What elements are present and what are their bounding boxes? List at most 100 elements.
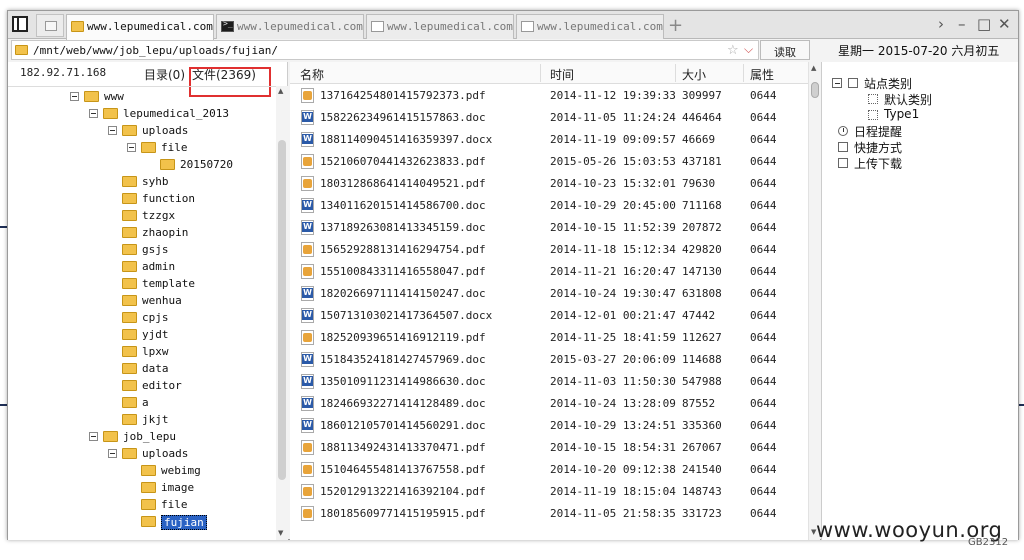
file-time: 2014-10-29 20:45:00 bbox=[550, 199, 676, 212]
scroll-down-icon[interactable]: ▼ bbox=[278, 529, 283, 537]
tab-document[interactable]: www.lepumedical.com bbox=[516, 14, 664, 39]
scroll-up-icon[interactable]: ▲ bbox=[278, 87, 283, 95]
file-attr: 0644 bbox=[750, 133, 777, 146]
file-row[interactable]: 151843524181427457969.doc 2015-03-27 20:0… bbox=[290, 349, 808, 371]
file-time: 2014-10-23 15:32:01 bbox=[550, 177, 676, 190]
folder-icon bbox=[122, 397, 137, 408]
folder-icon bbox=[122, 380, 137, 391]
file-row[interactable]: 137189263081413345159.doc 2014-10-15 11:5… bbox=[290, 217, 808, 239]
file-row[interactable]: 182026697111414150247.doc 2014-10-24 19:3… bbox=[290, 283, 808, 305]
tree-scrollbar[interactable]: ▲ ▼ bbox=[276, 86, 288, 540]
word-file-icon bbox=[301, 198, 314, 213]
file-name: 151843524181427457969.doc bbox=[320, 353, 486, 366]
file-row[interactable]: 137164254801415792373.pdf 2014-11-12 19:3… bbox=[290, 85, 808, 107]
read-button[interactable]: 读取 bbox=[760, 40, 810, 60]
file-row[interactable]: 182520939651416912119.pdf 2014-11-25 18:4… bbox=[290, 327, 808, 349]
pdf-file-icon bbox=[301, 264, 314, 279]
column-size[interactable]: 大小 bbox=[682, 66, 706, 83]
file-attr: 0644 bbox=[750, 397, 777, 410]
pdf-file-icon bbox=[301, 462, 314, 477]
file-row[interactable]: 180312868641414049521.pdf 2014-10-23 15:3… bbox=[290, 173, 808, 195]
folder-icon bbox=[122, 346, 137, 357]
collapse-icon[interactable] bbox=[108, 449, 117, 458]
file-row[interactable]: 182466932271414128489.doc 2014-10-24 13:2… bbox=[290, 393, 808, 415]
collapse-icon[interactable] bbox=[127, 143, 136, 152]
file-name: 150713103021417364507.docx bbox=[320, 309, 493, 322]
tab-document[interactable]: www.lepumedical.com bbox=[366, 14, 514, 39]
collapse-icon bbox=[848, 78, 858, 88]
file-size: 46669 bbox=[682, 133, 716, 146]
folder-icon bbox=[141, 465, 156, 476]
next-tab-icon[interactable]: › bbox=[938, 17, 944, 32]
maximize-icon[interactable]: □ bbox=[977, 17, 991, 32]
folder-icon bbox=[122, 278, 137, 289]
folder-icon bbox=[122, 125, 137, 136]
file-name: 180312868641414049521.pdf bbox=[320, 177, 486, 190]
collapse-icon[interactable] bbox=[108, 126, 117, 135]
file-row[interactable]: 150713103021417364507.docx 2014-12-01 00:… bbox=[290, 305, 808, 327]
file-row[interactable]: 188114090451416359397.docx 2014-11-19 09:… bbox=[290, 129, 808, 151]
column-name[interactable]: 名称 bbox=[300, 66, 324, 83]
minimize-icon[interactable]: – bbox=[958, 17, 966, 32]
collapse-icon[interactable] bbox=[89, 432, 98, 441]
add-tab-button[interactable]: + bbox=[668, 15, 683, 36]
side-panel-label: 站点类别 bbox=[864, 77, 913, 91]
tab-directories[interactable]: 目录(0) bbox=[144, 66, 185, 83]
folder-icon bbox=[141, 482, 156, 493]
blank-page-icon bbox=[45, 21, 57, 31]
scroll-up-icon[interactable]: ▲ bbox=[811, 64, 816, 72]
file-time: 2014-11-19 18:15:04 bbox=[550, 485, 676, 498]
file-row[interactable]: 186012105701414560291.doc 2014-10-29 13:2… bbox=[290, 415, 808, 437]
file-row[interactable]: 135010911231414986630.doc 2014-11-03 11:5… bbox=[290, 371, 808, 393]
file-row[interactable]: 134011620151414586700.doc 2014-10-29 20:4… bbox=[290, 195, 808, 217]
scroll-thumb[interactable] bbox=[278, 140, 286, 480]
file-row[interactable]: 151046455481413767558.pdf 2014-10-20 09:1… bbox=[290, 459, 808, 481]
collapse-icon[interactable] bbox=[832, 78, 842, 88]
bookmark-star-icon[interactable]: ☆ bbox=[727, 43, 739, 58]
file-time: 2014-11-25 18:41:59 bbox=[550, 331, 676, 344]
file-time: 2014-11-03 11:50:30 bbox=[550, 375, 676, 388]
collapse-icon[interactable] bbox=[89, 109, 98, 118]
folder-icon bbox=[103, 431, 118, 442]
side-panel-label: 默认类别 bbox=[884, 93, 933, 107]
panel-toggle-icon[interactable] bbox=[12, 16, 28, 32]
file-time: 2014-10-20 09:12:38 bbox=[550, 463, 676, 476]
tab-site-files[interactable]: www.lepumedical.com bbox=[66, 14, 214, 40]
tab-terminal[interactable]: www.lepumedical.com bbox=[216, 14, 364, 39]
word-file-icon bbox=[301, 132, 314, 147]
document-icon bbox=[371, 21, 384, 32]
file-list-scrollbar[interactable]: ▲ ▼ bbox=[808, 62, 820, 540]
file-row[interactable]: 156529288131416294754.pdf 2014-11-18 15:1… bbox=[290, 239, 808, 261]
file-attr: 0644 bbox=[750, 441, 777, 454]
file-row[interactable]: 152012913221416392104.pdf 2014-11-19 18:1… bbox=[290, 481, 808, 503]
home-tab[interactable] bbox=[36, 14, 64, 37]
pdf-file-icon bbox=[301, 484, 314, 499]
file-row[interactable]: 188113492431413370471.pdf 2014-10-15 18:5… bbox=[290, 437, 808, 459]
tab-title: www.lepumedical.com bbox=[537, 20, 663, 33]
category-icon bbox=[868, 110, 878, 120]
file-attr: 0644 bbox=[750, 243, 777, 256]
word-file-icon bbox=[301, 418, 314, 433]
scroll-thumb[interactable] bbox=[811, 82, 819, 98]
file-name: 137189263081413345159.doc bbox=[320, 221, 486, 234]
file-size: 267067 bbox=[682, 441, 722, 454]
tree-item-label: wenhua bbox=[142, 294, 182, 307]
file-list: 名称 时间 大小 属性 137164254801415792373.pdf 201… bbox=[290, 62, 820, 540]
address-path[interactable]: /mnt/web/www/job_lepu/uploads/fujian/ bbox=[33, 44, 278, 57]
file-row[interactable]: 158226234961415157863.doc 2014-11-05 11:2… bbox=[290, 107, 808, 129]
column-divider[interactable] bbox=[540, 64, 541, 82]
collapse-icon[interactable] bbox=[70, 92, 79, 101]
chevron-down-icon[interactable]: ⌵ bbox=[744, 42, 753, 57]
column-attr[interactable]: 属性 bbox=[750, 66, 774, 83]
file-row[interactable]: 180185609771415195915.pdf 2014-11-05 21:5… bbox=[290, 503, 808, 525]
file-row[interactable]: 155100843311416558047.pdf 2014-11-21 16:2… bbox=[290, 261, 808, 283]
column-time[interactable]: 时间 bbox=[550, 66, 574, 83]
tab-title: www.lepumedical.com bbox=[387, 20, 513, 33]
column-divider[interactable] bbox=[675, 64, 676, 82]
file-row[interactable]: 152106070441432623833.pdf 2015-05-26 15:0… bbox=[290, 151, 808, 173]
address-bar[interactable]: /mnt/web/www/job_lepu/uploads/fujian/ ☆ … bbox=[11, 40, 759, 60]
close-icon[interactable]: ✕ bbox=[998, 17, 1011, 32]
pdf-file-icon bbox=[301, 330, 314, 345]
file-name: 180185609771415195915.pdf bbox=[320, 507, 486, 520]
column-divider[interactable] bbox=[743, 64, 744, 82]
